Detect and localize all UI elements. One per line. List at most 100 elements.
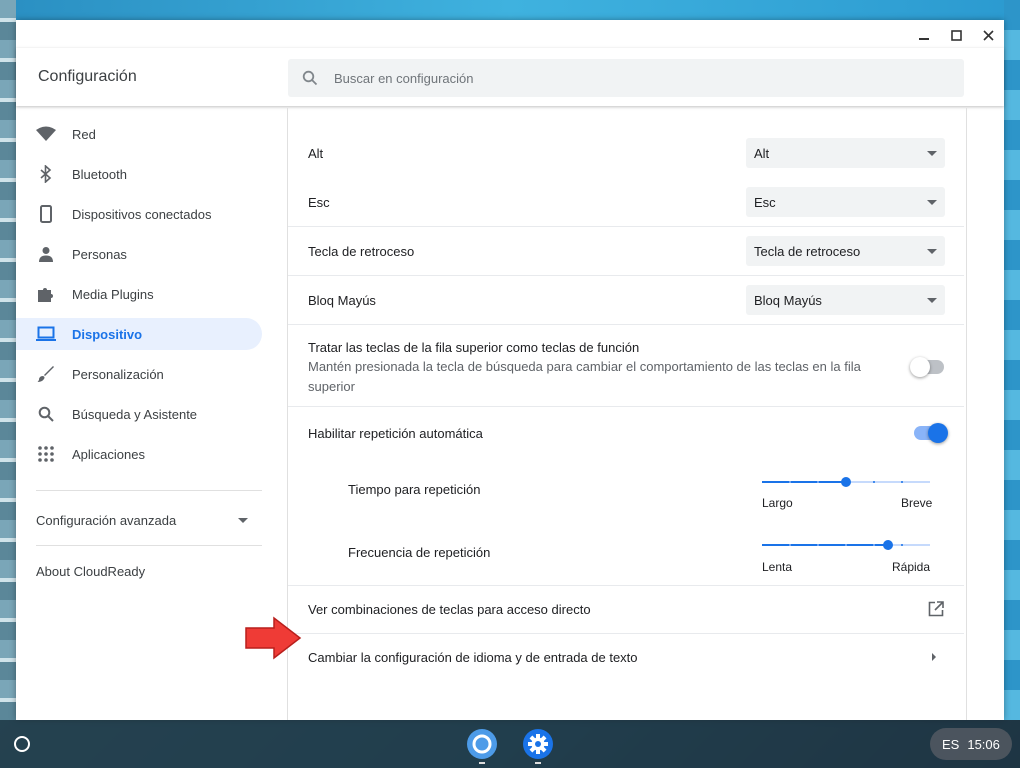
phone-icon: [36, 204, 56, 224]
minimize-button[interactable]: [908, 20, 940, 50]
sidebar-item-connected-devices[interactable]: Dispositivos conectados: [16, 198, 262, 230]
repeat-delay-min-label: Largo: [762, 496, 793, 510]
dropdown-arrow-icon: [927, 150, 937, 156]
close-icon: [982, 29, 994, 41]
capslock-remap-select[interactable]: Bloq Mayús: [746, 285, 945, 315]
search-icon: [302, 70, 318, 86]
page-title: Configuración: [38, 68, 137, 85]
slider-tick: [873, 544, 875, 546]
sidebar-nav: Red Bluetooth Dispositivos conectados Pe…: [16, 108, 276, 720]
settings-gear-icon[interactable]: [522, 728, 554, 760]
sidebar-item-label: Media Plugins: [72, 286, 154, 302]
select-value: Bloq Mayús: [754, 292, 822, 308]
toggle-knob: [910, 357, 930, 377]
shelf: ES 15:06: [0, 720, 1020, 768]
puzzle-icon: [36, 284, 56, 304]
slider-fill: [762, 544, 888, 546]
keyboard-shortcuts-link[interactable]: Ver combinaciones de teclas para acceso …: [308, 602, 591, 617]
repeat-rate-label: Frecuencia de repetición: [348, 545, 491, 560]
sidebar-item-search-assistant[interactable]: Búsqueda y Asistente: [16, 398, 262, 430]
divider: [288, 324, 964, 325]
repeat-delay-slider[interactable]: [762, 472, 930, 492]
sidebar-item-label: Búsqueda y Asistente: [72, 406, 198, 422]
bluetooth-icon: [36, 164, 56, 184]
slider-tick: [817, 481, 819, 483]
divider: [288, 406, 964, 407]
sidebar-item-red[interactable]: Red: [16, 118, 262, 150]
select-value: Alt: [754, 145, 770, 161]
repeat-delay-max-label: Breve: [901, 496, 933, 510]
status-tray[interactable]: ES 15:06: [930, 728, 1012, 760]
advanced-settings-toggle[interactable]: Configuración avanzada: [36, 510, 248, 530]
slider-tick: [817, 544, 819, 546]
wallpaper-left: [0, 0, 16, 720]
sidebar-item-label: Personas: [72, 246, 127, 262]
person-icon: [36, 244, 56, 264]
divider: [288, 585, 964, 586]
slider-tick: [901, 544, 903, 546]
dropdown-arrow-icon: [927, 199, 937, 205]
toggle-knob: [928, 423, 948, 443]
language-input-settings-link[interactable]: Cambiar la configuración de idioma y de …: [308, 650, 638, 665]
repeat-rate-min-label: Lenta: [762, 560, 793, 574]
auto-repeat-toggle[interactable]: [914, 423, 948, 443]
capslock-remap-label: Bloq Mayús: [308, 293, 376, 308]
slider-thumb[interactable]: [883, 540, 893, 550]
maximize-icon: [950, 29, 962, 41]
backspace-remap-select[interactable]: Tecla de retroceso: [746, 236, 945, 266]
select-value: Esc: [754, 194, 776, 210]
esc-remap-select[interactable]: Esc: [746, 187, 945, 217]
divider: [288, 275, 964, 276]
slider-tick: [873, 481, 875, 483]
close-button[interactable]: [972, 20, 1004, 50]
chevron-down-icon: [238, 517, 248, 523]
open-in-new-icon[interactable]: [928, 601, 944, 617]
window-caption-buttons: [908, 20, 1004, 50]
about-link[interactable]: About CloudReady: [36, 564, 145, 579]
settings-header: Configuración: [16, 48, 1004, 106]
slider-thumb[interactable]: [841, 477, 851, 487]
alt-remap-label: Alt: [308, 146, 324, 161]
search-input[interactable]: [332, 69, 936, 87]
sidebar-item-label: Red: [72, 126, 96, 142]
sidebar-item-personalization[interactable]: Personalización: [16, 358, 262, 390]
dropdown-arrow-icon: [927, 297, 937, 303]
launcher-button[interactable]: [14, 736, 30, 752]
slider-tick: [901, 481, 903, 483]
sidebar-divider: [36, 545, 262, 546]
sidebar-item-label: Dispositivos conectados: [72, 206, 212, 222]
dropdown-arrow-icon: [927, 248, 937, 254]
wallpaper: [0, 0, 1020, 20]
sidebar-item-device[interactable]: Dispositivo: [16, 318, 262, 350]
brush-icon: [36, 364, 56, 384]
sidebar-item-label: Aplicaciones: [72, 446, 145, 462]
esc-remap-label: Esc: [308, 195, 330, 210]
settings-window: Configuración Red Bluetooth Disp: [16, 20, 1004, 720]
sidebar-item-bluetooth[interactable]: Bluetooth: [16, 158, 262, 190]
auto-repeat-label: Habilitar repetición automática: [308, 426, 483, 441]
function-keys-sublabel: Mantén presionada la tecla de búsqueda p…: [308, 359, 861, 394]
chrome-browser-icon[interactable]: [466, 728, 498, 760]
sidebar-item-people[interactable]: Personas: [16, 238, 262, 270]
running-indicator: [535, 762, 541, 764]
sidebar-item-apps[interactable]: Aplicaciones: [16, 438, 262, 470]
repeat-rate-slider[interactable]: [762, 535, 930, 555]
laptop-icon: [36, 324, 56, 344]
sidebar-divider: [36, 490, 262, 491]
wallpaper-right: [1004, 0, 1020, 720]
sidebar-item-media-plugins[interactable]: Media Plugins: [16, 278, 262, 310]
annotation-arrow-icon: [245, 616, 302, 660]
wifi-icon: [36, 124, 56, 144]
maximize-button[interactable]: [940, 20, 972, 50]
divider: [288, 226, 964, 227]
select-value: Tecla de retroceso: [754, 243, 861, 259]
search-icon: [36, 404, 56, 424]
input-locale: ES: [942, 736, 960, 752]
search-box[interactable]: [288, 59, 964, 97]
function-keys-toggle[interactable]: [910, 357, 944, 377]
advanced-settings-label: Configuración avanzada: [36, 512, 177, 528]
slider-fill: [762, 481, 846, 483]
alt-remap-select[interactable]: Alt: [746, 138, 945, 168]
minimize-icon: [919, 38, 929, 40]
sidebar-item-label: Dispositivo: [72, 326, 143, 342]
